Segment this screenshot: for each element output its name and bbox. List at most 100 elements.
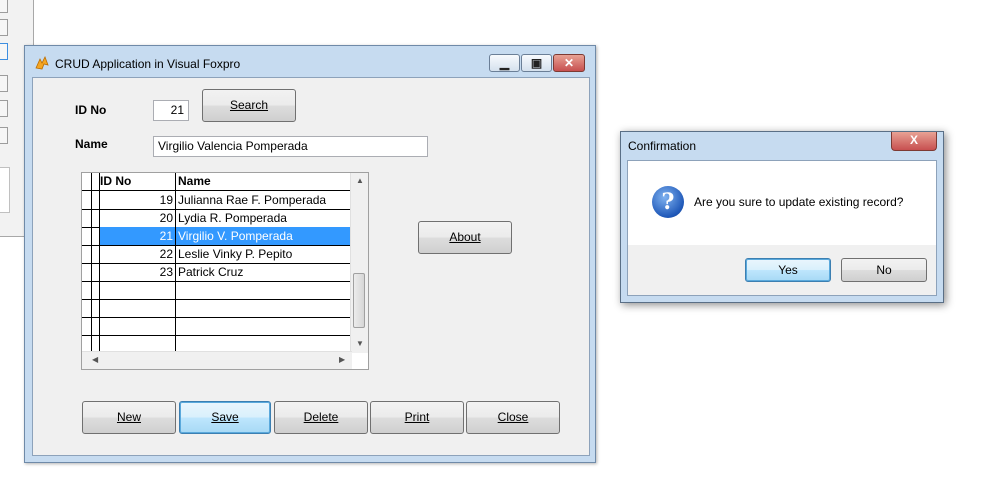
dialog-title: Confirmation xyxy=(628,139,697,153)
row-selector[interactable] xyxy=(82,263,92,281)
scroll-down-icon[interactable]: ▼ xyxy=(356,339,364,348)
id-input[interactable]: 21 xyxy=(153,100,189,121)
row-indicator xyxy=(92,281,100,299)
yes-button[interactable]: Yes xyxy=(745,258,831,282)
row-selector[interactable] xyxy=(82,299,92,317)
background-control xyxy=(0,100,8,117)
delete-button-label: Delete xyxy=(303,410,339,424)
table-row-selected[interactable]: 21 Virgilio V. Pomperada xyxy=(82,227,352,246)
about-button[interactable]: About xyxy=(418,221,512,254)
close-form-button[interactable]: Close xyxy=(466,401,560,434)
empty-row[interactable] xyxy=(82,281,352,300)
dialog-close-button[interactable]: X xyxy=(891,132,937,151)
minimize-icon: ▁ xyxy=(499,56,510,70)
close-button[interactable]: ✕ xyxy=(553,54,585,72)
search-button-label: Search xyxy=(229,98,269,112)
cell-id[interactable] xyxy=(100,335,176,352)
cell-id[interactable]: 20 xyxy=(100,209,176,227)
row-indicator xyxy=(92,317,100,335)
name-label: Name xyxy=(75,137,108,151)
cell-name[interactable]: Leslie Vinky P. Pepito xyxy=(176,245,352,263)
id-label: ID No xyxy=(75,103,107,117)
row-selector[interactable] xyxy=(82,191,92,209)
cell-name[interactable] xyxy=(176,335,352,352)
row-indicator xyxy=(92,227,100,245)
background-control xyxy=(0,75,8,92)
cell-id[interactable] xyxy=(100,299,176,317)
background-control xyxy=(0,19,8,36)
minimize-button[interactable]: ▁ xyxy=(489,54,520,72)
save-button[interactable]: Save xyxy=(179,401,271,434)
cell-id[interactable]: 19 xyxy=(100,191,176,209)
window-title: CRUD Application in Visual Foxpro xyxy=(55,57,241,71)
table-row[interactable]: 20 Lydia R. Pomperada xyxy=(82,209,352,228)
confirmation-dialog: Confirmation X ? Are you sure to update … xyxy=(620,131,944,303)
no-button[interactable]: No xyxy=(841,258,927,282)
restore-icon: ▣ xyxy=(530,56,543,70)
column-header-id[interactable]: ID No xyxy=(100,173,176,190)
print-button[interactable]: Print xyxy=(370,401,464,434)
dialog-body: ? Are you sure to update existing record… xyxy=(627,160,937,296)
restore-button[interactable]: ▣ xyxy=(521,54,552,72)
row-selector[interactable] xyxy=(82,227,92,245)
row-indicator xyxy=(92,191,100,209)
horizontal-scrollbar[interactable]: ◀ ▶ xyxy=(82,351,352,369)
delete-button[interactable]: Delete xyxy=(274,401,368,434)
grid-corner xyxy=(82,173,92,190)
close-form-button-label: Close xyxy=(497,410,529,424)
grid-corner xyxy=(92,173,100,190)
new-button[interactable]: New xyxy=(82,401,176,434)
cell-id[interactable]: 21 xyxy=(100,227,176,245)
save-button-label: Save xyxy=(211,410,239,424)
scroll-right-icon[interactable]: ▶ xyxy=(339,355,345,364)
row-indicator xyxy=(92,245,100,263)
cell-id[interactable]: 23 xyxy=(100,263,176,281)
row-indicator xyxy=(92,209,100,227)
cell-name[interactable]: Julianna Rae F. Pomperada xyxy=(176,191,352,209)
background-control xyxy=(0,0,8,13)
scroll-up-icon[interactable]: ▲ xyxy=(356,176,364,185)
row-indicator xyxy=(92,299,100,317)
background-panel xyxy=(0,167,10,213)
cell-id[interactable]: 22 xyxy=(100,245,176,263)
row-selector[interactable] xyxy=(82,209,92,227)
cell-name[interactable] xyxy=(176,317,352,335)
empty-row[interactable] xyxy=(82,317,352,336)
cell-name[interactable]: Virgilio V. Pomperada xyxy=(176,227,352,245)
form-client-area: ID No 21 Search Name Virgilio Valencia P… xyxy=(32,77,590,456)
dialog-message: Are you sure to update existing record? xyxy=(694,195,904,209)
grid-header: ID No Name xyxy=(82,173,352,191)
row-selector[interactable] xyxy=(82,317,92,335)
row-indicator xyxy=(92,335,100,352)
close-icon: ✕ xyxy=(563,56,575,70)
cell-name[interactable] xyxy=(176,299,352,317)
empty-row[interactable] xyxy=(82,299,352,318)
search-button[interactable]: Search xyxy=(202,89,296,122)
foxpro-app-icon xyxy=(35,56,49,70)
records-grid[interactable]: ID No Name 19 Julianna Rae F. Pomperada … xyxy=(81,172,369,370)
name-input[interactable]: Virgilio Valencia Pomperada xyxy=(153,136,428,157)
table-row[interactable]: 23 Patrick Cruz xyxy=(82,263,352,282)
table-row[interactable]: 19 Julianna Rae F. Pomperada xyxy=(82,191,352,210)
column-header-name[interactable]: Name xyxy=(176,173,352,190)
row-selector[interactable] xyxy=(82,281,92,299)
cell-name[interactable]: Lydia R. Pomperada xyxy=(176,209,352,227)
background-control xyxy=(0,43,8,60)
vertical-scrollbar[interactable]: ▲ ▼ xyxy=(350,173,368,353)
scroll-left-icon[interactable]: ◀ xyxy=(92,355,98,364)
cell-name[interactable] xyxy=(176,281,352,299)
cell-id[interactable] xyxy=(100,281,176,299)
print-button-label: Print xyxy=(404,410,430,424)
cell-name[interactable]: Patrick Cruz xyxy=(176,263,352,281)
table-row[interactable]: 22 Leslie Vinky P. Pepito xyxy=(82,245,352,264)
row-indicator xyxy=(92,263,100,281)
main-window: CRUD Application in Visual Foxpro ▁ ▣ ✕ … xyxy=(24,45,596,463)
cell-id[interactable] xyxy=(100,317,176,335)
title-bar[interactable]: CRUD Application in Visual Foxpro ▁ ▣ ✕ xyxy=(25,46,595,79)
scroll-thumb[interactable] xyxy=(353,273,365,328)
question-icon: ? xyxy=(652,186,684,218)
row-selector[interactable] xyxy=(82,335,92,352)
row-selector[interactable] xyxy=(82,245,92,263)
new-button-label: New xyxy=(116,410,141,424)
about-button-label: About xyxy=(449,230,481,244)
